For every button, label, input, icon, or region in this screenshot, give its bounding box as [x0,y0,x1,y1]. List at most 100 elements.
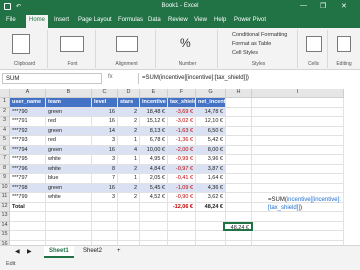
table-cell[interactable]: 8,13 € [140,126,168,136]
table-cell[interactable]: white [46,193,92,203]
table-cell[interactable]: -0,41 € [168,174,196,184]
empty-cell[interactable] [252,164,344,174]
table-cell[interactable]: white [46,155,92,165]
search-icon[interactable] [337,36,351,52]
empty-cell[interactable] [226,136,252,146]
empty-cell[interactable] [92,231,118,241]
table-cell[interactable]: green [46,145,92,155]
table-cell[interactable]: 1 [118,136,140,146]
empty-cell[interactable] [118,221,140,231]
table-cell[interactable]: 16 [92,183,118,193]
nav-right-icon[interactable]: ▶ [22,246,37,258]
table-cell[interactable]: 8,00 € [196,145,226,155]
table-cell[interactable]: 3 [92,136,118,146]
align-icon[interactable] [116,36,138,52]
column-header-E[interactable]: E [140,89,168,98]
tab-review[interactable]: Review [168,17,188,23]
table-cell[interactable]: ***792 [10,126,46,136]
row-header-1[interactable]: 1 [0,98,10,108]
row-header-12[interactable]: 12 [0,202,10,212]
table-cell[interactable]: 6,50 € [196,126,226,136]
row-header-4[interactable]: 4 [0,126,10,136]
row-header-13[interactable]: 13 [0,212,10,222]
total-cell[interactable]: -12,06 € [168,202,196,212]
empty-cell[interactable] [226,117,252,127]
empty-cell[interactable] [226,193,252,203]
table-cell[interactable]: 8 [92,164,118,174]
table-header-level[interactable]: level [92,98,118,108]
empty-cell[interactable] [196,231,226,241]
row-header-11[interactable]: 11 [0,193,10,203]
table-cell[interactable]: green [46,183,92,193]
empty-cell[interactable] [140,221,168,231]
table-cell[interactable]: 3 [92,155,118,165]
sheet-tab-1[interactable]: Sheet1 [44,246,74,258]
table-cell[interactable]: -0,90 € [168,193,196,203]
empty-cell[interactable] [226,164,252,174]
total-cell[interactable] [118,202,140,212]
empty-cell[interactable] [252,136,344,146]
empty-cell[interactable] [252,231,344,241]
table-cell[interactable]: 5,42 € [196,136,226,146]
total-cell[interactable] [46,202,92,212]
table-header-incentive[interactable]: incentive [140,98,168,108]
empty-cell[interactable] [10,212,46,222]
empty-cell[interactable] [92,221,118,231]
font-icon[interactable] [60,36,84,52]
row-header-5[interactable]: 5 [0,136,10,146]
empty-cell[interactable] [46,221,92,231]
empty-cell[interactable] [252,126,344,136]
table-cell[interactable]: -3,69 € [168,107,196,117]
table-cell[interactable]: 14 [92,126,118,136]
empty-cell[interactable] [226,107,252,117]
column-header-C[interactable]: C [92,89,118,98]
table-cell[interactable]: ***791 [10,117,46,127]
table-cell[interactable]: red [46,117,92,127]
table-cell[interactable]: 4,36 € [196,183,226,193]
table-header-tax_shield[interactable]: tax_shield [168,98,196,108]
table-cell[interactable]: -1,36 € [168,136,196,146]
table-cell[interactable]: 7 [92,174,118,184]
empty-cell[interactable] [252,98,344,108]
empty-cell[interactable] [10,231,46,241]
empty-cell[interactable] [46,212,92,222]
empty-cell[interactable] [140,231,168,241]
table-cell[interactable]: 4,95 € [140,155,168,165]
table-cell[interactable]: green [46,107,92,117]
cells-icon[interactable] [306,36,322,52]
table-header-user_name[interactable]: user_name [10,98,46,108]
table-cell[interactable]: 1 [118,155,140,165]
empty-cell[interactable] [140,212,168,222]
table-cell[interactable]: 3,62 € [196,193,226,203]
table-cell[interactable]: ***798 [10,183,46,193]
active-cell-editor[interactable]: 48,24 € [223,221,253,231]
table-header-net_incentive[interactable]: net_incentive [196,98,226,108]
column-header-I[interactable]: I [252,89,344,98]
conditional-formatting-button[interactable]: Conditional Formatting [232,32,287,38]
total-cell[interactable]: 48,24 € [196,202,226,212]
table-cell[interactable]: -0,97 € [168,164,196,174]
table-cell[interactable]: 3,87 € [196,164,226,174]
table-cell[interactable]: 14,78 € [196,107,226,117]
empty-cell[interactable] [92,212,118,222]
row-header-6[interactable]: 6 [0,145,10,155]
table-cell[interactable]: 3 [92,193,118,203]
table-cell[interactable]: 6,78 € [140,136,168,146]
empty-cell[interactable] [118,231,140,241]
table-cell[interactable]: 4,84 € [140,164,168,174]
empty-cell[interactable] [196,221,226,231]
table-cell[interactable]: green [46,126,92,136]
table-cell[interactable]: 12,10 € [196,117,226,127]
name-box[interactable]: SUM [2,73,102,84]
table-cell[interactable]: 5,45 € [140,183,168,193]
tab-power-pivot[interactable]: Power Pivot [234,17,266,23]
tab-data[interactable]: Data [148,17,161,23]
table-cell[interactable]: -1,09 € [168,183,196,193]
row-header-7[interactable]: 7 [0,155,10,165]
formula-input[interactable]: =SUM(incentive[[incentive]:[tax_shield]]… [138,73,358,84]
total-cell[interactable] [140,202,168,212]
tab-insert[interactable]: Insert [54,17,69,23]
total-cell[interactable] [92,202,118,212]
empty-cell[interactable] [226,155,252,165]
empty-cell[interactable] [226,126,252,136]
